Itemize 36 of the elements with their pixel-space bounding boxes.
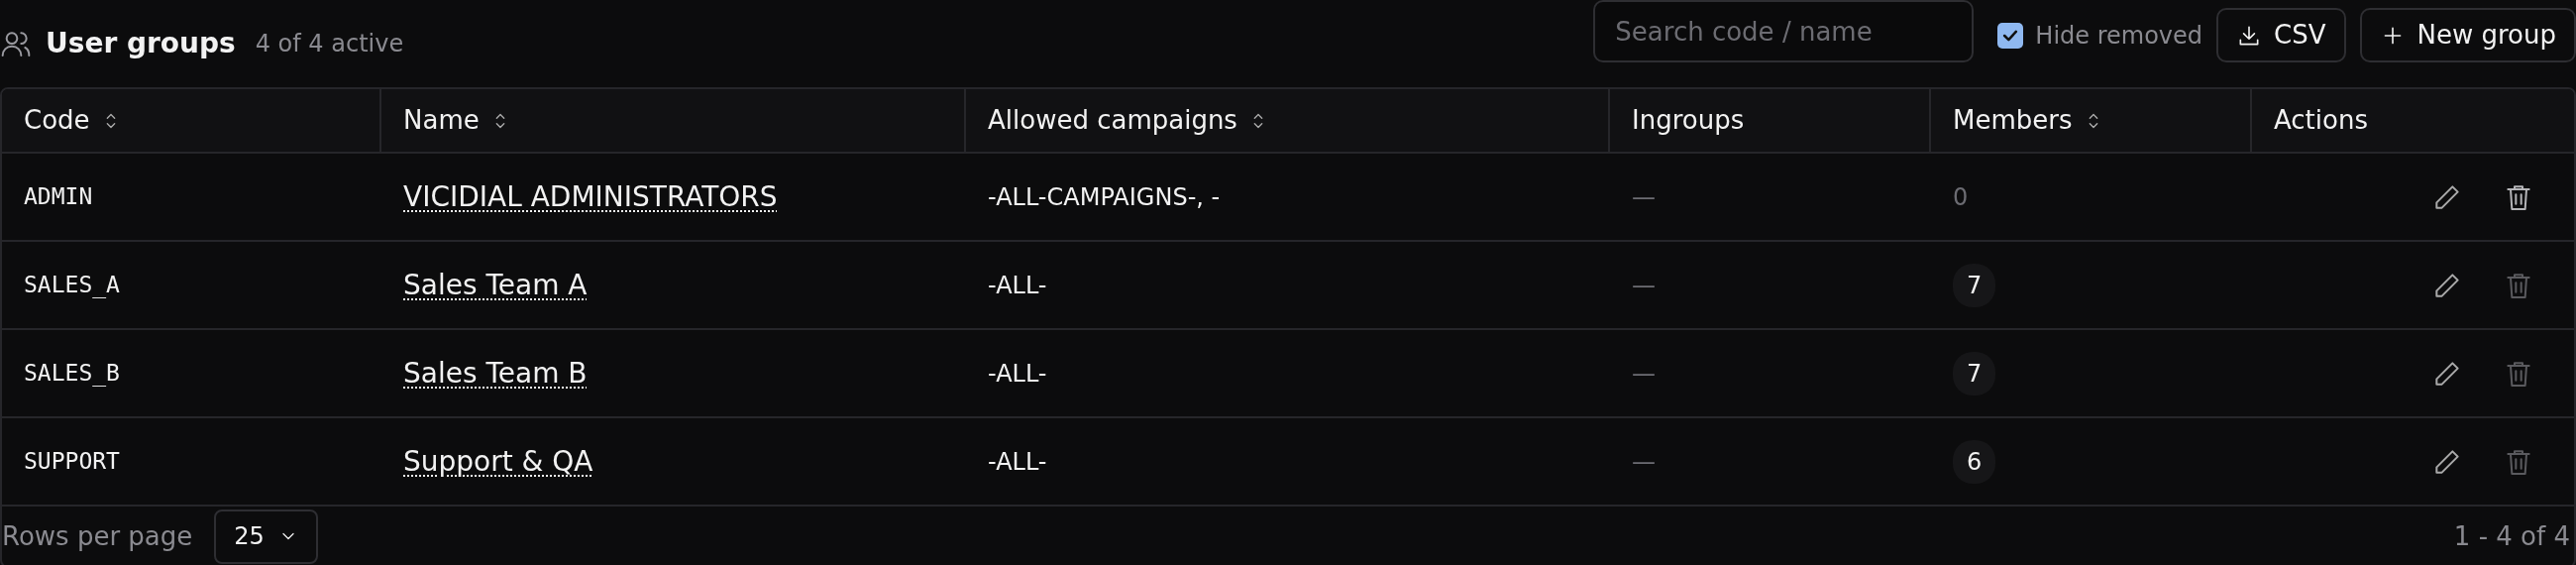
new-group-button[interactable]: New group (2359, 8, 2576, 62)
table-cell-text: -ALL- (988, 358, 1047, 390)
checkbox-label: Hide removed (2035, 21, 2203, 52)
group-name-link[interactable]: Sales Team B (403, 352, 588, 395)
group-name-link[interactable]: Support & QA (403, 440, 593, 483)
table-cell-text: SALES_A (24, 271, 120, 300)
checkbox[interactable] (1997, 23, 2024, 49)
table-cell-text: ADMIN (24, 182, 93, 212)
group-name-link[interactable]: Sales Team A (403, 264, 588, 306)
table-cell-text: — (1632, 270, 1656, 301)
table-cell-text: — (1632, 358, 1656, 390)
table-cell-text: SALES_B (24, 359, 120, 389)
column-header[interactable]: Allowed campaigns (988, 101, 1269, 140)
active-count: 4 of 4 active (255, 29, 404, 59)
member-count: 0 (1953, 181, 1969, 213)
search-field[interactable]: Search code / name (1593, 0, 1975, 62)
table-cell-text: SUPPORT (24, 447, 120, 477)
page-range: 1 - 4 of 4 (2453, 519, 2571, 553)
rows-per-page-select[interactable]: 25 (214, 508, 318, 564)
table-cell-text: -ALL- (988, 446, 1047, 478)
table-cell-text: -ALL- (988, 270, 1047, 301)
page-title: User groups (46, 26, 236, 61)
group-name-link[interactable]: VICIDIAL ADMINISTRATORS (403, 175, 778, 218)
column-header[interactable]: Members (1953, 101, 2104, 140)
column-header: Actions (2274, 104, 2368, 137)
table-cell-text: — (1632, 446, 1656, 478)
table-cell-text: -ALL-CAMPAIGNS-, - (988, 181, 1221, 213)
column-header[interactable]: Name (403, 101, 511, 140)
rows-per-page-label: Rows per page (2, 519, 193, 553)
column-header[interactable]: Code (24, 101, 122, 140)
csv-button[interactable]: CSV (2216, 8, 2346, 62)
member-count-badge: 6 (1953, 439, 1996, 484)
member-count-badge: 7 (1953, 263, 1996, 307)
column-header: Ingroups (1632, 104, 1745, 137)
table-cell-text: — (1632, 181, 1656, 213)
member-count-badge: 7 (1953, 351, 1996, 396)
